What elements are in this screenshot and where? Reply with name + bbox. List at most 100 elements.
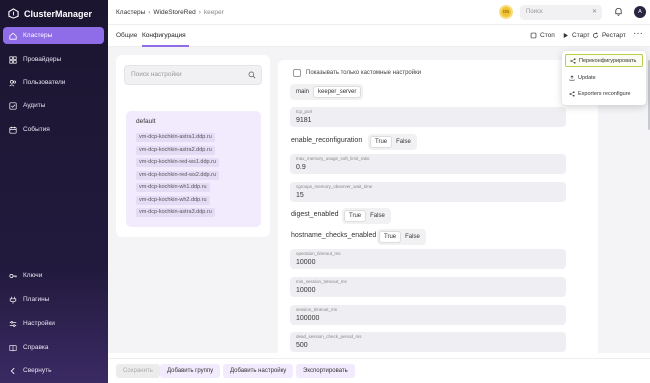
tabs-row: Общие Конфигурация Стоп Старт Рестарт ··… <box>108 25 650 47</box>
more-actions-button[interactable]: ··· <box>633 28 643 39</box>
sidebar-item-users[interactable]: Пользователи <box>3 74 104 91</box>
config-card: Показывать только кастомные настройки ma… <box>278 60 598 353</box>
stop-icon <box>530 32 537 39</box>
host-item[interactable]: vm-dcp-kochkin-astra1.ddp.ru <box>136 133 215 142</box>
add-group-button[interactable]: Добавить группу <box>160 364 221 378</box>
share-icon <box>570 57 576 64</box>
section-switcher: main keeper_server <box>290 84 364 100</box>
field-label: cgroups_memory_observer_wait_time <box>296 184 373 189</box>
restart-label: Рестарт <box>602 32 626 39</box>
sidebar-collapse-button[interactable]: Свернуть <box>3 362 104 379</box>
sidebar-item-help[interactable]: Справка <box>3 339 104 356</box>
digest-enabled-label: digest_enabled <box>291 211 339 218</box>
hostname-checks-toggle: True False <box>377 229 426 245</box>
sidebar-item-keys[interactable]: Ключи <box>3 267 104 284</box>
field-value: 10000 <box>296 259 316 266</box>
menu-item-label: Переконфигурировать <box>579 57 637 64</box>
avatar[interactable]: A <box>634 6 646 18</box>
sidebar-item-plugins[interactable]: Плагины <box>3 291 104 308</box>
enable-reconfiguration-label: enable_reconfiguration <box>291 137 363 144</box>
upload-icon <box>569 75 575 81</box>
dead-session-check-field[interactable]: dead_session_check_period_ms 500 <box>290 332 566 352</box>
chevron-left-icon <box>10 367 15 374</box>
calendar-icon <box>9 126 17 134</box>
group-default[interactable]: default vm-dcp-kochkin-astra1.ddp.ru vm-… <box>126 111 261 227</box>
field-label: min_session_timeout_ms <box>296 279 347 284</box>
breadcrumb-clusters[interactable]: Кластеры <box>116 9 145 16</box>
menu-item-reconfigure[interactable]: Переконфигурировать <box>565 54 643 67</box>
host-item[interactable]: vm-dcp-kochkin-red-ws1.ddp.ru <box>136 158 220 167</box>
sidebar-item-events[interactable]: События <box>3 121 104 138</box>
host-item[interactable]: vm-dcp-kochkin-wh2.ddp.ru <box>136 196 210 205</box>
grid-icon <box>9 55 17 64</box>
sidebar-item-label: Пользователи <box>23 79 66 86</box>
field-value: 0.9 <box>296 164 306 171</box>
section-main[interactable]: main <box>292 87 313 97</box>
tab-configuration[interactable]: Конфигурация <box>142 32 186 39</box>
false-option[interactable]: False <box>392 137 415 147</box>
settings-nav-card: Поиск настройки default vm-dcp-kochkin-a… <box>116 55 270 237</box>
breadcrumb: Кластеры › WideStoreRed › keeper <box>116 9 224 16</box>
restart-button[interactable]: Рестарт <box>592 32 626 39</box>
user-badge[interactable]: ОБ <box>499 5 513 19</box>
group-title: default <box>136 118 156 125</box>
cgroups-wait-time-field[interactable]: cgroups_memory_observer_wait_time 15 <box>290 182 566 202</box>
add-setting-button[interactable]: Добавить настройку <box>223 364 294 378</box>
custom-only-label: Показывать только кастомные настройки <box>306 70 422 76</box>
host-item[interactable]: vm-dcp-kochkin-astra3.ddp.ru <box>136 208 215 217</box>
key-icon <box>9 273 17 278</box>
field-label: max_memory_usage_soft_limit_ratio <box>296 156 370 161</box>
enable-reconfiguration-toggle: True False <box>368 134 417 150</box>
field-label: session_timeout_ms <box>296 307 338 312</box>
plugin-icon <box>9 296 17 304</box>
min-session-timeout-field[interactable]: min_session_timeout_ms 10000 <box>290 277 566 297</box>
book-icon <box>9 344 17 351</box>
breadcrumb-cluster[interactable]: WideStoreRed <box>153 9 195 16</box>
check-square-icon <box>9 101 17 110</box>
breadcrumb-separator: › <box>148 9 151 16</box>
start-button[interactable]: Старт <box>562 32 590 39</box>
sidebar-item-label: События <box>23 126 50 133</box>
sliders-icon <box>9 320 17 327</box>
actions-dropdown: Переконфигурировать Update Exporters rec… <box>562 51 646 105</box>
stop-button[interactable]: Стоп <box>530 32 555 39</box>
bell-icon[interactable] <box>614 7 623 16</box>
sidebar-item-audits[interactable]: Аудиты <box>3 97 104 114</box>
app-brand[interactable]: ClusterManager <box>8 8 92 19</box>
sidebar-item-providers[interactable]: Провайдеры <box>3 51 104 68</box>
cluster-logo-icon <box>8 8 19 19</box>
field-value: 500 <box>296 342 308 349</box>
tcp-port-field[interactable]: tcp_port 9181 <box>290 107 566 127</box>
field-label: operation_timeout_ms <box>296 251 341 256</box>
true-option[interactable]: True <box>379 231 402 243</box>
sidebar-item-label: Настройки <box>23 320 55 327</box>
global-search-input[interactable]: Поиск ✕ <box>520 5 602 20</box>
export-button[interactable]: Экспортировать <box>296 364 355 378</box>
tab-general[interactable]: Общие <box>116 32 137 39</box>
max-memory-ratio-field[interactable]: max_memory_usage_soft_limit_ratio 0.9 <box>290 154 566 174</box>
clear-icon[interactable]: ✕ <box>592 8 597 15</box>
custom-only-checkbox[interactable] <box>293 69 301 77</box>
true-option[interactable]: True <box>370 136 393 148</box>
host-item[interactable]: vm-dcp-kochkin-red-ws2.ddp.ru <box>136 171 220 180</box>
top-bar: Кластеры › WideStoreRed › keeper ОБ Поис… <box>108 0 650 25</box>
host-item[interactable]: vm-dcp-kochkin-astra2.ddp.ru <box>136 146 215 155</box>
host-item[interactable]: vm-dcp-kochkin-wh1.ddp.ru <box>136 183 210 192</box>
session-timeout-field[interactable]: session_timeout_ms 100000 <box>290 305 566 325</box>
sidebar-item-label: Плагины <box>23 296 50 303</box>
sidebar-item-label: Кластеры <box>23 32 53 39</box>
field-value: 9181 <box>296 117 312 124</box>
menu-item-exporters-reconfigure[interactable]: Exporters reconfigure <box>565 87 643 100</box>
settings-search-input[interactable]: Поиск настройки <box>124 65 262 85</box>
share-icon <box>569 90 575 97</box>
operation-timeout-field[interactable]: operation_timeout_ms 10000 <box>290 249 566 269</box>
save-button[interactable]: Сохранить <box>116 364 160 378</box>
menu-item-update[interactable]: Update <box>565 71 643 84</box>
true-option[interactable]: True <box>344 210 367 222</box>
false-option[interactable]: False <box>401 232 424 242</box>
sidebar-item-settings[interactable]: Настройки <box>3 315 104 332</box>
section-keeper-server[interactable]: keeper_server <box>313 86 362 98</box>
sidebar-item-label: Аудиты <box>23 102 46 109</box>
sidebar-item-clusters[interactable]: Кластеры <box>3 27 104 44</box>
false-option[interactable]: False <box>366 211 389 221</box>
